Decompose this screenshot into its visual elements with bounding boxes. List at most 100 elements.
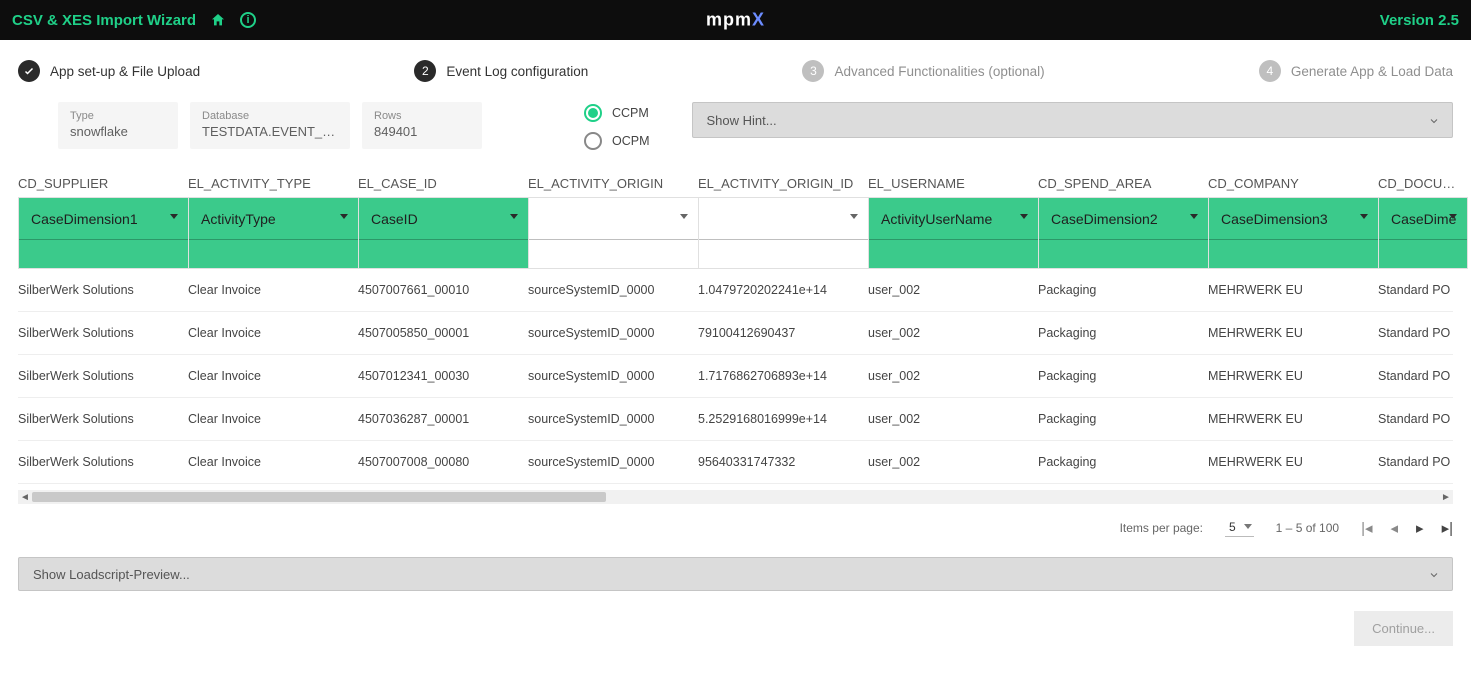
table-cell: SilberWerk Solutions bbox=[18, 312, 188, 354]
table-cell: user_002 bbox=[868, 269, 1038, 311]
column-headers: CD_SUPPLIEREL_ACTIVITY_TYPEEL_CASE_IDEL_… bbox=[18, 170, 1453, 197]
table-row: SilberWerk SolutionsClear Invoice4507012… bbox=[18, 355, 1453, 398]
table-row: SilberWerk SolutionsClear Invoice4507036… bbox=[18, 398, 1453, 441]
top-bar: CSV & XES Import Wizard i mpmX Version 2… bbox=[0, 0, 1471, 40]
check-icon bbox=[18, 60, 40, 82]
mapping-cell bbox=[528, 197, 698, 269]
table-cell: Clear Invoice bbox=[188, 441, 358, 483]
table-cell: SilberWerk Solutions bbox=[18, 441, 188, 483]
table-cell: SilberWerk Solutions bbox=[18, 398, 188, 440]
rows-card: Rows 849401 bbox=[362, 102, 482, 149]
next-page-icon[interactable]: ▸ bbox=[1416, 519, 1424, 537]
table-cell: MEHRWERK EU bbox=[1208, 312, 1378, 354]
table-cell: Standard PO bbox=[1378, 355, 1468, 397]
last-page-icon[interactable]: ▸| bbox=[1442, 519, 1453, 537]
table-cell: user_002 bbox=[868, 398, 1038, 440]
mode-radio-group: CCPM OCPM bbox=[584, 102, 650, 150]
controls-row: Type snowflake Database TESTDATA.EVENT_L… bbox=[0, 102, 1471, 170]
table-cell: Packaging bbox=[1038, 269, 1208, 311]
table-cell: 1.7176862706893e+14 bbox=[698, 355, 868, 397]
mapping-table: CD_SUPPLIEREL_ACTIVITY_TYPEEL_CASE_IDEL_… bbox=[0, 170, 1471, 504]
table-cell: Packaging bbox=[1038, 441, 1208, 483]
mapping-select[interactable]: ActivityUserName bbox=[869, 198, 1038, 240]
table-cell: MEHRWERK EU bbox=[1208, 398, 1378, 440]
info-icon[interactable]: i bbox=[240, 12, 256, 28]
mapping-select[interactable] bbox=[529, 198, 698, 240]
step-3[interactable]: 3 Advanced Functionalities (optional) bbox=[802, 60, 1044, 82]
mapping-cell: CaseDime bbox=[1378, 197, 1468, 269]
items-per-page-select[interactable]: 5 bbox=[1225, 518, 1254, 537]
table-cell: MEHRWERK EU bbox=[1208, 441, 1378, 483]
show-loadscript-panel[interactable]: Show Loadscript-Preview... bbox=[18, 557, 1453, 591]
step-1[interactable]: App set-up & File Upload bbox=[18, 60, 200, 82]
dropdown-icon bbox=[340, 214, 348, 219]
table-cell: 5.2529168016999e+14 bbox=[698, 398, 868, 440]
table-cell: Standard PO bbox=[1378, 398, 1468, 440]
table-cell: 79100412690437 bbox=[698, 312, 868, 354]
dropdown-icon bbox=[1244, 524, 1252, 529]
table-cell: 4507007008_00080 bbox=[358, 441, 528, 483]
horizontal-scrollbar[interactable]: ◄ ► bbox=[18, 490, 1453, 504]
column-header: CD_DOCUMENT bbox=[1378, 170, 1468, 197]
table-cell: user_002 bbox=[868, 355, 1038, 397]
database-card: Database TESTDATA.EVENT_LOGS. bbox=[190, 102, 350, 149]
mapping-select[interactable] bbox=[699, 198, 868, 240]
mapping-select[interactable]: CaseID bbox=[359, 198, 528, 240]
mapping-cell: ActivityUserName bbox=[868, 197, 1038, 269]
table-cell: 4507012341_00030 bbox=[358, 355, 528, 397]
logo: mpmX bbox=[706, 10, 765, 31]
column-header: EL_ACTIVITY_TYPE bbox=[188, 170, 358, 197]
table-cell: 1.0479720202241e+14 bbox=[698, 269, 868, 311]
pagination: Items per page: 5 1 – 5 of 100 |◂ ◂ ▸ ▸| bbox=[0, 504, 1471, 543]
ccpm-radio[interactable]: CCPM bbox=[584, 104, 650, 122]
mapping-select[interactable]: CaseDime bbox=[1379, 198, 1467, 240]
show-hint-panel[interactable]: Show Hint... bbox=[692, 102, 1454, 138]
table-cell: 4507036287_00001 bbox=[358, 398, 528, 440]
radio-icon bbox=[584, 132, 602, 150]
mapping-select[interactable]: ActivityType bbox=[189, 198, 358, 240]
mapping-select[interactable]: CaseDimension3 bbox=[1209, 198, 1378, 240]
dropdown-icon bbox=[170, 214, 178, 219]
dropdown-icon bbox=[850, 214, 858, 219]
mapping-cell: CaseDimension3 bbox=[1208, 197, 1378, 269]
chevron-down-icon bbox=[1428, 115, 1440, 127]
column-header: CD_SUPPLIER bbox=[18, 170, 188, 197]
table-row: SilberWerk SolutionsClear Invoice4507005… bbox=[18, 312, 1453, 355]
continue-button[interactable]: Continue... bbox=[1354, 611, 1453, 646]
home-icon[interactable] bbox=[210, 12, 226, 28]
table-cell: MEHRWERK EU bbox=[1208, 355, 1378, 397]
type-card: Type snowflake bbox=[58, 102, 178, 149]
table-cell: sourceSystemID_0000 bbox=[528, 312, 698, 354]
table-cell: Standard PO bbox=[1378, 269, 1468, 311]
mapping-select[interactable]: CaseDimension2 bbox=[1039, 198, 1208, 240]
table-cell: SilberWerk Solutions bbox=[18, 355, 188, 397]
table-cell: sourceSystemID_0000 bbox=[528, 441, 698, 483]
mapping-select[interactable]: CaseDimension1 bbox=[19, 198, 188, 240]
table-cell: Packaging bbox=[1038, 312, 1208, 354]
dropdown-icon bbox=[1190, 214, 1198, 219]
table-cell: sourceSystemID_0000 bbox=[528, 355, 698, 397]
table-cell: sourceSystemID_0000 bbox=[528, 269, 698, 311]
scrollbar-thumb[interactable] bbox=[32, 492, 606, 502]
step-4[interactable]: 4 Generate App & Load Data bbox=[1259, 60, 1453, 82]
table-cell: Clear Invoice bbox=[188, 312, 358, 354]
first-page-icon[interactable]: |◂ bbox=[1361, 519, 1372, 537]
table-row: SilberWerk SolutionsClear Invoice4507007… bbox=[18, 269, 1453, 312]
table-cell: user_002 bbox=[868, 312, 1038, 354]
table-cell: 4507007661_00010 bbox=[358, 269, 528, 311]
column-header: EL_ACTIVITY_ORIGIN bbox=[528, 170, 698, 197]
data-body: SilberWerk SolutionsClear Invoice4507007… bbox=[18, 269, 1453, 484]
table-cell: Packaging bbox=[1038, 355, 1208, 397]
scroll-left-icon[interactable]: ◄ bbox=[18, 490, 32, 504]
mapping-row: CaseDimension1ActivityTypeCaseID Activity… bbox=[18, 197, 1453, 269]
mapping-cell: CaseDimension2 bbox=[1038, 197, 1208, 269]
prev-page-icon[interactable]: ◂ bbox=[1391, 519, 1399, 537]
dropdown-icon bbox=[510, 214, 518, 219]
footer: Continue... bbox=[0, 591, 1471, 676]
ocpm-radio[interactable]: OCPM bbox=[584, 132, 650, 150]
dropdown-icon bbox=[680, 214, 688, 219]
step-2[interactable]: 2 Event Log configuration bbox=[414, 60, 588, 82]
scroll-right-icon[interactable]: ► bbox=[1439, 490, 1453, 504]
column-header: CD_COMPANY bbox=[1208, 170, 1378, 197]
mapping-cell: CaseID bbox=[358, 197, 528, 269]
